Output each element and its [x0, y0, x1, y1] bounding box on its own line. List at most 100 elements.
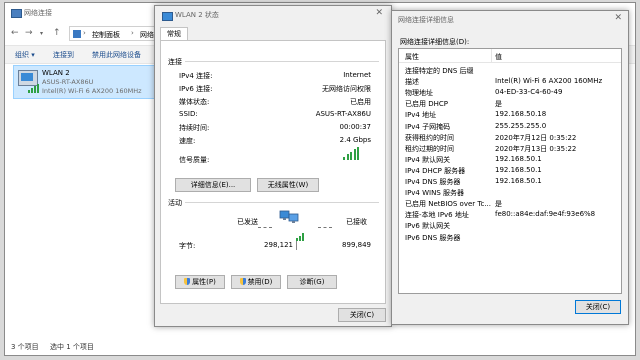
details-dialog-title: 网络连接详细信息 [398, 16, 454, 24]
adapter-description: Intel(R) Wi-Fi 6 AX200 160MHz [42, 87, 142, 95]
close-button[interactable]: 关闭(C) [338, 308, 386, 322]
signal-bar [357, 146, 359, 160]
small-signal-icon [296, 233, 304, 241]
item-count: 3 个项目 [11, 343, 39, 351]
detail-property: IPv4 地址 [405, 111, 437, 120]
disable-device-button[interactable]: 禁用此网络设备 [92, 50, 141, 60]
table-row[interactable]: 已启用 DHCP 是 [399, 98, 621, 109]
organize-button[interactable]: 组织 ▾ [15, 50, 35, 60]
details-caption: 网络连接详细信息(D): [400, 38, 470, 46]
chevron-down-icon: ▾ [31, 51, 35, 59]
detail-property: 连接-本地 IPv6 地址 [405, 211, 469, 220]
connection-details-dialog: 网络连接详细信息 ✕ 网络连接详细信息(D): 属性 值 连接特定的 DNS 后… [391, 10, 629, 325]
adapter-name: WLAN 2 [42, 69, 70, 77]
table-row[interactable]: 描述 Intel(R) Wi-Fi 6 AX200 160MHz [399, 76, 621, 87]
table-row[interactable]: 物理地址 04-ED-33-C4-60-49 [399, 87, 621, 98]
bytes-sent-value: 298,121 [264, 241, 293, 249]
table-row[interactable]: 获得租约的时间 2020年7月12日 0:35:22 [399, 132, 621, 143]
detail-property: IPv4 DHCP 服务器 [405, 166, 466, 175]
signal-bars-icon [28, 84, 40, 93]
bytes-label: 字节: [179, 242, 196, 250]
wireless-properties-button[interactable]: 无线属性(W) [257, 178, 319, 192]
ssid-value: ASUS-RT-AX86U [315, 110, 371, 118]
breadcrumb-control-panel[interactable]: 控制面板 [92, 30, 120, 40]
table-row[interactable]: IPv4 DNS 服务器 192.168.50.1 [399, 176, 621, 187]
activity-group-label: 活动 [168, 199, 182, 207]
table-row[interactable]: IPv4 子网掩码 255.255.255.0 [399, 121, 621, 132]
general-tab-panel: 连接 IPv4 连接: Internet IPv6 连接: 无网络访问权限 媒体… [160, 40, 386, 304]
table-row[interactable]: IPv6 默认网关 [399, 220, 621, 231]
detail-value: 是 [495, 100, 502, 109]
connect-to-button[interactable]: 连接到 [53, 50, 74, 60]
detail-value: 2020年7月13日 0:35:22 [495, 144, 577, 153]
selected-count: 选中 1 个项目 [50, 343, 94, 351]
disable-button[interactable]: 禁用(D) [231, 275, 281, 289]
detail-value: 255.255.255.0 [495, 121, 547, 130]
up-arrow-icon[interactable]: ↑ [53, 28, 61, 38]
uac-shield-icon [184, 278, 191, 285]
signal-strength-icon [343, 146, 361, 160]
detail-value: fe80::a84e:daf:9e4f:93e6%8 [495, 210, 596, 219]
diagnose-button[interactable]: 诊断(G) [287, 275, 337, 289]
received-label: 已接收 [346, 218, 367, 226]
table-row[interactable]: 连接-本地 IPv6 地址 fe80::a84e:daf:9e4f:93e6%8 [399, 209, 621, 220]
status-dialog-title: WLAN 2 状态 [175, 11, 219, 19]
detail-property: IPv4 DNS 服务器 [405, 178, 461, 186]
ipv6-connectivity-value: 无网络访问权限 [322, 85, 371, 93]
breadcrumb-separator-icon[interactable]: › [131, 29, 134, 37]
control-panel-icon [73, 30, 81, 38]
uac-shield-icon [239, 278, 246, 285]
detail-property: 租约过期的时间 [405, 144, 454, 153]
detail-property: IPv4 子网掩码 [405, 122, 451, 131]
table-row[interactable]: IPv4 地址 192.168.50.18 [399, 109, 621, 120]
bytes-received-value: 899,849 [342, 241, 371, 249]
adapter-ssid: ASUS-RT-AX86U [42, 78, 94, 86]
table-row[interactable]: 租约过期的时间 2020年7月13日 0:35:22 [399, 143, 621, 154]
column-divider[interactable] [491, 49, 492, 62]
tab-general[interactable]: 常规 [160, 27, 188, 41]
detail-value: 192.168.50.1 [495, 154, 542, 163]
signal-bar [353, 149, 356, 160]
details-close-button[interactable]: 关闭(C) [575, 300, 621, 314]
column-header-value[interactable]: 值 [495, 52, 502, 62]
detail-value: 04-ED-33-C4-60-49 [495, 88, 563, 97]
detail-value: 是 [495, 200, 502, 209]
duration-label: 持续时间: [179, 124, 210, 132]
recent-chevron-icon[interactable]: ▾ [40, 30, 43, 37]
network-folder-icon [11, 9, 22, 18]
signal-bar [343, 157, 345, 160]
connection-group-label: 连接 [168, 58, 182, 66]
close-icon[interactable]: ✕ [614, 13, 622, 23]
breadcrumb-separator-icon[interactable]: › [83, 29, 86, 37]
list-header: 属性 值 [399, 49, 621, 63]
detail-property: 描述 [405, 78, 419, 87]
details-button[interactable]: 详细信息(E)... [175, 178, 251, 192]
detail-property: IPv6 默认网关 [405, 222, 451, 231]
disable-button-label: 禁用(D) [247, 278, 273, 286]
close-icon[interactable]: ✕ [375, 8, 383, 18]
status-bar: 3 个项目 选中 1 个项目 [5, 337, 635, 355]
detail-property: 物理地址 [405, 89, 433, 98]
ipv6-connectivity-label: IPv6 连接: [179, 85, 213, 93]
column-header-property[interactable]: 属性 [405, 52, 419, 62]
ssid-label: SSID: [179, 110, 198, 118]
detail-property: IPv6 DNS 服务器 [405, 233, 461, 242]
table-row[interactable]: IPv6 DNS 服务器 [399, 232, 621, 243]
wlan-status-dialog: WLAN 2 状态 ✕ 常规 连接 IPv4 连接: Internet IPv6… [154, 5, 392, 327]
detail-value: Intel(R) Wi-Fi 6 AX200 160MHz [495, 77, 603, 86]
table-row[interactable]: IPv4 默认网关 192.168.50.1 [399, 154, 621, 165]
properties-button[interactable]: 属性(P) [175, 275, 225, 289]
detail-property: 已启用 NetBIOS over Tc... [405, 200, 491, 209]
forward-arrow-icon[interactable]: → [25, 28, 33, 38]
speed-value: 2.4 Gbps [339, 136, 371, 144]
table-row[interactable]: IPv4 WINS 服务器 [399, 187, 621, 198]
back-arrow-icon[interactable]: ← [11, 28, 19, 38]
details-list-view[interactable]: 属性 值 连接特定的 DNS 后缀描述 Intel(R) Wi-Fi 6 AX20… [398, 48, 622, 294]
table-row[interactable]: 连接特定的 DNS 后缀 [399, 65, 621, 76]
detail-value: 2020年7月12日 0:35:22 [495, 133, 577, 142]
table-row[interactable]: 已启用 NetBIOS over Tc... 是 [399, 198, 621, 209]
table-row[interactable]: IPv4 DHCP 服务器 192.168.50.1 [399, 165, 621, 176]
received-dash [318, 227, 332, 228]
list-item-wlan2[interactable]: WLAN 2 ASUS-RT-AX86U Intel(R) Wi-Fi 6 AX… [13, 65, 158, 99]
detail-property: IPv4 WINS 服务器 [405, 189, 464, 198]
